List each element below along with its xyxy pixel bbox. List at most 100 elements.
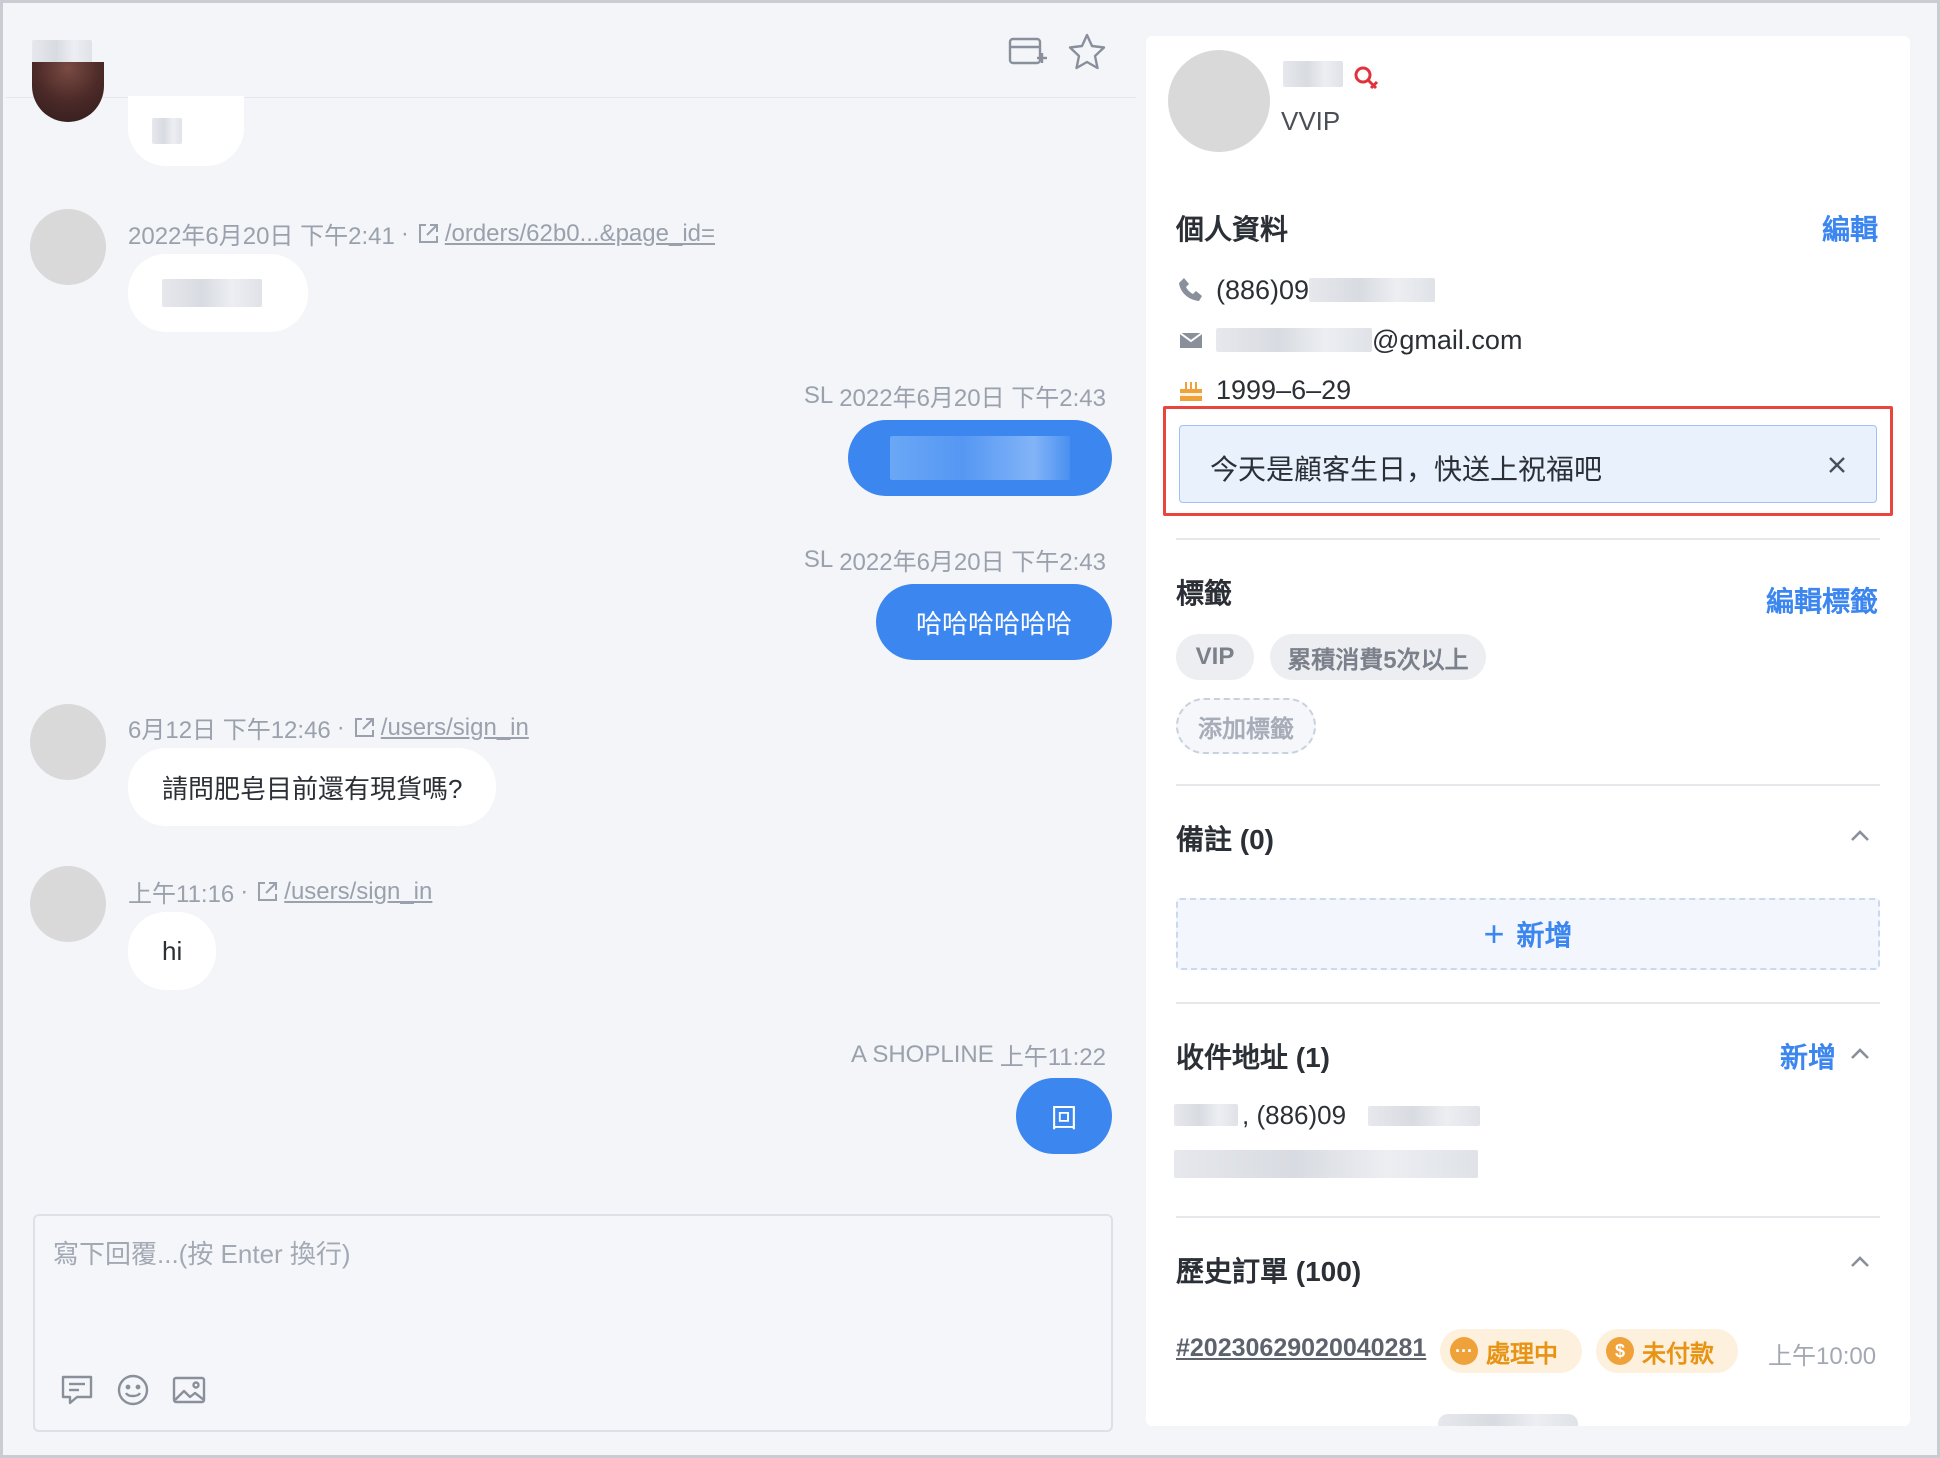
emoji-icon[interactable] xyxy=(113,1370,153,1410)
add-tag-button[interactable]: 添加標籤 xyxy=(1176,698,1316,754)
phone-redacted xyxy=(1309,278,1436,302)
message-meta-out: SL 2022年6月20日 下午2:43 xyxy=(804,378,1106,413)
mail-icon xyxy=(1179,332,1203,348)
cake-icon xyxy=(1180,382,1202,401)
address-title: 收件地址 (1) xyxy=(1176,1042,1331,1073)
message-meta: 上午11:16 · /users/sign_in xyxy=(128,874,432,909)
avatar xyxy=(30,704,106,780)
chat-panel: 2022年6月20日 下午2:41 · /orders/62b0...&page… xyxy=(6,6,1136,1458)
chevron-up-icon[interactable] xyxy=(1846,822,1874,850)
phone-text: (886)09 xyxy=(1216,274,1310,305)
payment-status-badge: $ 未付款 xyxy=(1596,1329,1738,1373)
message-time: 6月12日 下午12:46 xyxy=(128,717,331,744)
link-text: /users/sign_in xyxy=(380,713,529,741)
plus-icon: + xyxy=(1483,913,1505,954)
birthday-notice: 今天是顧客生日，快送上祝福吧 xyxy=(1179,425,1877,503)
processing-icon: ··· xyxy=(1450,1337,1478,1365)
close-icon[interactable] xyxy=(1820,448,1854,482)
divider xyxy=(1176,784,1880,786)
tags-title: 標籤 xyxy=(1176,578,1233,609)
address-line-redacted xyxy=(1174,1150,1478,1178)
message-meta: 2022年6月20日 下午2:41 · /orders/62b0...&page… xyxy=(128,216,715,251)
add-card-icon[interactable] xyxy=(1005,30,1049,74)
avatar xyxy=(30,866,106,942)
chevron-up-icon[interactable] xyxy=(1846,1248,1874,1276)
payment-status-text: 未付款 xyxy=(1642,1340,1714,1368)
add-address-link[interactable]: 新增 xyxy=(1780,1036,1836,1076)
message-bubble-out: 哈哈哈哈哈哈 xyxy=(876,584,1112,660)
message-bubble xyxy=(128,254,308,332)
female-gender-icon xyxy=(1354,66,1379,90)
order-status-text: 處理中 xyxy=(1486,1340,1558,1368)
avatar xyxy=(30,209,106,285)
message-bubble xyxy=(128,96,244,166)
message-time: 2022年6月20日 下午2:43 xyxy=(839,385,1106,412)
message-bubble-out: 回 xyxy=(1016,1078,1112,1154)
message-time: 2022年6月20日 下午2:43 xyxy=(839,549,1106,576)
customer-level: VVIP xyxy=(1281,106,1341,136)
email-row: @gmail.com xyxy=(1176,322,1522,358)
customer-name-redacted xyxy=(1283,61,1343,87)
phone-row: (886)09 xyxy=(1176,272,1436,308)
orders-title: 歷史訂單 (100) xyxy=(1176,1256,1362,1287)
external-link-icon xyxy=(258,881,278,901)
reply-composer xyxy=(33,1214,1113,1432)
avatar-photo xyxy=(32,62,104,122)
divider xyxy=(1176,538,1880,540)
order-time: 上午10:00 xyxy=(1768,1343,1877,1370)
external-link-icon xyxy=(354,717,374,737)
birthday-notice-text: 今天是顧客生日，快送上祝福吧 xyxy=(1210,454,1603,485)
image-icon[interactable] xyxy=(169,1370,209,1410)
edit-profile-link[interactable]: 編輯 xyxy=(1822,208,1878,248)
message-time: 上午11:16 xyxy=(128,881,235,908)
page-link[interactable]: /users/sign_in xyxy=(351,714,529,742)
divider xyxy=(1176,1216,1880,1218)
birthday-row: 1999–6–29 xyxy=(1176,372,1351,408)
customer-avatar xyxy=(1168,50,1270,152)
message-bubble-out xyxy=(848,420,1112,496)
add-note-label: 新增 xyxy=(1516,920,1573,951)
address-phone: , (886)09 xyxy=(1242,1100,1347,1130)
reply-input[interactable] xyxy=(53,1234,1093,1344)
sender-name: SL xyxy=(803,545,834,573)
page-link[interactable]: /orders/62b0...&page_id= xyxy=(415,220,715,248)
message-time: 2022年6月20日 下午2:41 xyxy=(128,223,395,250)
message-meta-out: A SHOPLINE 上午11:22 xyxy=(851,1037,1106,1072)
tag-chip: 累積消費5次以上 xyxy=(1270,634,1486,680)
tag-chip: VIP xyxy=(1176,634,1254,680)
link-text: /users/sign_in xyxy=(284,877,433,905)
message-meta: 6月12日 下午12:46 · /users/sign_in xyxy=(128,710,529,745)
phone-icon xyxy=(1179,278,1202,301)
birthday-text: 1999–6–29 xyxy=(1216,374,1352,405)
divider xyxy=(1176,1002,1880,1004)
email-redacted xyxy=(1216,328,1372,352)
address-name-redacted xyxy=(1174,1104,1238,1126)
sender-name: SL xyxy=(803,381,834,409)
meta-separator: · xyxy=(240,877,249,905)
edit-tags-link[interactable]: 編輯標籤 xyxy=(1766,580,1878,620)
sender-name: A SHOPLINE xyxy=(850,1040,994,1068)
order-id-link[interactable]: #20230629020040281 xyxy=(1176,1334,1426,1363)
profile-title: 個人資料 xyxy=(1176,214,1289,245)
dollar-icon: $ xyxy=(1606,1337,1634,1365)
meta-separator: · xyxy=(400,219,409,247)
notes-title: 備註 (0) xyxy=(1176,824,1275,855)
star-icon[interactable] xyxy=(1065,30,1109,74)
message-bubble: 請問肥皂目前還有現貨嗎? xyxy=(128,748,497,826)
address-phone-redacted xyxy=(1368,1106,1480,1126)
chevron-up-icon[interactable] xyxy=(1846,1040,1874,1068)
next-order-partial xyxy=(1438,1414,1578,1426)
external-link-icon xyxy=(418,223,438,243)
quick-reply-icon[interactable] xyxy=(57,1370,97,1410)
add-note-button[interactable]: + 新增 xyxy=(1176,898,1880,970)
email-text: @gmail.com xyxy=(1372,324,1523,355)
customer-panel: VVIP 個人資料 編輯 (886)09 @gmail.com 1999–6–2… xyxy=(1146,36,1910,1426)
link-text: /orders/62b0...&page_id= xyxy=(444,219,716,247)
message-time: 上午11:22 xyxy=(999,1044,1106,1071)
app-frame: 2022年6月20日 下午2:41 · /orders/62b0...&page… xyxy=(0,0,1940,1458)
message-meta-out: SL 2022年6月20日 下午2:43 xyxy=(804,542,1106,577)
order-status-badge: ··· 處理中 xyxy=(1440,1329,1582,1373)
message-bubble: hi xyxy=(128,912,217,990)
page-link[interactable]: /users/sign_in xyxy=(254,878,432,906)
chat-header xyxy=(6,6,1136,98)
